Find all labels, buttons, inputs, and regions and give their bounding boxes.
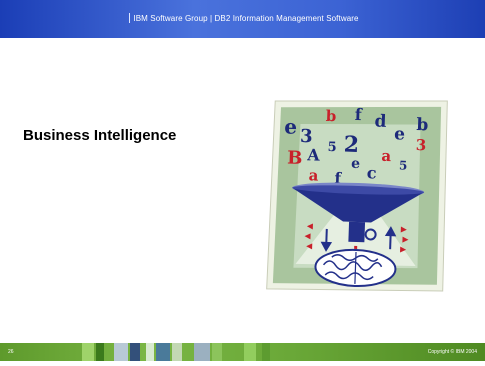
page-number: 26	[8, 349, 14, 355]
letter: 5	[327, 140, 337, 155]
header-separator-left	[129, 13, 131, 23]
header-group: IBM Software Group	[133, 14, 208, 23]
header-bar: IBM Software Group | DB2 Information Man…	[0, 0, 485, 38]
header-division: DB2 Information Management Software	[214, 14, 359, 23]
letter: c	[366, 163, 377, 182]
letter: e	[351, 156, 361, 172]
slide: IBM Software Group | DB2 Information Man…	[0, 0, 485, 366]
footer-mosaic-tile	[172, 343, 182, 361]
letter: b	[416, 115, 429, 135]
footer-mosaic-tile	[130, 343, 140, 361]
footer-mosaic-tile	[156, 343, 170, 361]
funnel-spout	[348, 221, 366, 243]
letter: e	[394, 124, 406, 144]
business-intelligence-illustration: e 3 b f d e b B A 5 2 a 3 a f c 5 e	[266, 100, 448, 292]
letter: B	[287, 148, 303, 170]
letter: 3	[300, 126, 313, 147]
letter: d	[374, 112, 387, 132]
footer-mosaic-tile	[114, 343, 128, 361]
letter: 3	[415, 136, 426, 154]
copyright-text: Copyright © IBM 2004	[427, 349, 477, 355]
header-text: IBM Software Group | DB2 Information Man…	[0, 13, 485, 23]
footer-mosaic-tile	[262, 343, 270, 361]
letter: 5	[399, 158, 408, 172]
letter: e	[284, 114, 298, 138]
letter: 2	[343, 131, 359, 158]
letter: b	[325, 107, 336, 125]
letter: A	[306, 145, 321, 164]
footer-mosaic-tile	[82, 343, 94, 361]
header-separator: |	[210, 14, 213, 23]
footer-bar	[0, 343, 485, 361]
footer-mosaic-tile	[96, 343, 104, 361]
footer-mosaic-tile	[212, 343, 222, 361]
letter: a	[381, 147, 392, 165]
letter: a	[308, 166, 319, 184]
slide-title: Business Intelligence	[23, 127, 177, 144]
footer-mosaic-tile	[194, 343, 210, 361]
footer-mosaic-tile	[146, 343, 154, 361]
footer-mosaic-tile	[244, 343, 256, 361]
